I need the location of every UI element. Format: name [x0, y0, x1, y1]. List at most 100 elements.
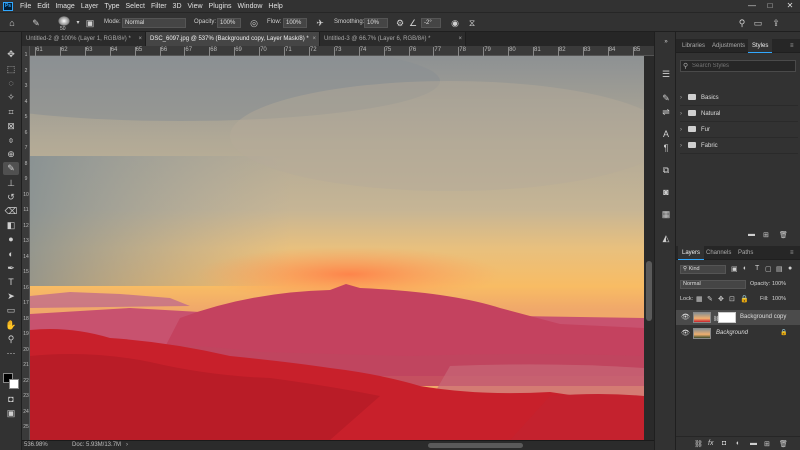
- adjust-icon[interactable]: ⇌: [659, 106, 673, 118]
- lasso-tool-icon[interactable]: ◌: [3, 77, 19, 90]
- layer-mask-thumbnail[interactable]: [718, 312, 736, 323]
- menu-image[interactable]: Image: [52, 3, 77, 10]
- symmetry-icon[interactable]: ⧖: [466, 17, 478, 29]
- fx-icon[interactable]: fx: [708, 440, 713, 447]
- filter-toggle-icon[interactable]: ●: [788, 265, 792, 272]
- gradient-tool-icon[interactable]: ◧: [3, 219, 19, 232]
- tab-dsc-6097[interactable]: DSC_6097.jpg @ 537% (Background copy, La…: [146, 32, 320, 46]
- flow-field[interactable]: 100%: [283, 18, 307, 28]
- link-layers-icon[interactable]: ⛓: [694, 440, 703, 448]
- status-arrow-icon[interactable]: ›: [126, 441, 128, 450]
- frame-tool-icon[interactable]: ⊠: [3, 120, 19, 133]
- shape-filter-icon[interactable]: ▢: [765, 265, 772, 273]
- lock-artboard-icon[interactable]: ⊡: [729, 295, 735, 303]
- angle-field[interactable]: -2°: [421, 18, 441, 28]
- tab-channels[interactable]: Channels: [702, 246, 735, 260]
- close-icon[interactable]: ×: [458, 32, 462, 46]
- menu-layer[interactable]: Layer: [78, 3, 102, 10]
- menu-select[interactable]: Select: [123, 3, 148, 10]
- home-icon[interactable]: ⌂: [6, 17, 18, 29]
- styles-search-box[interactable]: ⚲: [680, 60, 796, 72]
- healing-brush-tool-icon[interactable]: ⊕: [3, 148, 19, 161]
- new-group-icon[interactable]: ▬: [750, 440, 757, 447]
- pressure-opacity-icon[interactable]: ◎: [248, 17, 260, 29]
- lock-pixels-icon[interactable]: ✎: [707, 295, 713, 303]
- paragraph-icon[interactable]: ¶: [659, 142, 673, 154]
- marquee-tool-icon[interactable]: ⬚: [3, 63, 19, 76]
- menu-plugins[interactable]: Plugins: [206, 3, 235, 10]
- layer-opacity-value[interactable]: 100%: [772, 281, 786, 287]
- fill-value[interactable]: 100%: [772, 296, 786, 302]
- blend-mode-dropdown[interactable]: Normal: [680, 280, 746, 289]
- blur-tool-icon[interactable]: ●: [3, 233, 19, 246]
- close-window-button[interactable]: ✕: [782, 0, 798, 12]
- mode-dropdown[interactable]: Normal: [122, 18, 186, 28]
- tab-libraries[interactable]: Libraries: [678, 39, 709, 53]
- workspace-icon[interactable]: ▭: [752, 17, 764, 29]
- zoom-level[interactable]: 536.98%: [24, 441, 48, 450]
- trash-icon[interactable]: 🗑: [779, 231, 788, 239]
- airbrush-icon[interactable]: ✈: [314, 17, 326, 29]
- clone-stamp-tool-icon[interactable]: ⊥: [3, 177, 19, 190]
- chevron-down-icon[interactable]: ▾: [72, 17, 84, 29]
- adjustment-filter-icon[interactable]: ◐: [743, 265, 747, 272]
- vertical-scrollbar[interactable]: [644, 56, 654, 440]
- eraser-tool-icon[interactable]: ⌫: [3, 205, 19, 218]
- style-group-fabric[interactable]: › Fabric: [680, 139, 798, 154]
- tab-layers[interactable]: Layers: [678, 246, 705, 260]
- color-icon[interactable]: ◙: [659, 186, 673, 198]
- tab-styles[interactable]: Styles: [748, 39, 773, 53]
- style-group-basics[interactable]: › Basics: [680, 91, 798, 106]
- character-icon[interactable]: A: [659, 128, 673, 140]
- menu-view[interactable]: View: [185, 3, 206, 10]
- layer-filter-dropdown[interactable]: ⚲ Kind: [680, 265, 726, 274]
- layer-row-background-copy[interactable]: 👁 ⛓ Background copy: [676, 310, 800, 325]
- rectangle-tool-icon[interactable]: ▭: [3, 304, 19, 317]
- brush-settings-icon[interactable]: ▣: [84, 17, 96, 29]
- scroll-thumb[interactable]: [646, 261, 652, 321]
- menu-3d[interactable]: 3D: [170, 3, 185, 10]
- history-icon[interactable]: ⧉: [659, 164, 673, 176]
- new-group-icon[interactable]: ▬: [748, 231, 755, 238]
- maximize-button[interactable]: □: [762, 0, 778, 12]
- smoothing-field[interactable]: 10%: [364, 18, 388, 28]
- swatches-icon[interactable]: ▦: [659, 208, 673, 220]
- brush-tool-icon[interactable]: ✎: [3, 162, 19, 175]
- menu-help[interactable]: Help: [265, 3, 285, 10]
- lock-transparent-icon[interactable]: ▦: [696, 295, 703, 303]
- patterns-icon[interactable]: ◭: [659, 232, 673, 244]
- styles-search-input[interactable]: [692, 62, 792, 70]
- tab-adjustments[interactable]: Adjustments: [708, 39, 749, 53]
- pressure-size-icon[interactable]: ◉: [449, 17, 461, 29]
- visibility-eye-icon[interactable]: 👁: [681, 326, 690, 341]
- hand-tool-icon[interactable]: ✋: [3, 319, 19, 332]
- type-tool-icon[interactable]: T: [3, 276, 19, 289]
- adjustment-layer-icon[interactable]: ◐: [736, 440, 740, 447]
- opacity-field[interactable]: 100%: [217, 18, 241, 28]
- new-style-icon[interactable]: ⊞: [763, 231, 769, 239]
- collapse-icon[interactable]: »: [659, 36, 673, 48]
- pixel-filter-icon[interactable]: ▣: [731, 265, 738, 273]
- properties-icon[interactable]: ☰: [659, 68, 673, 80]
- screen-mode-icon[interactable]: ▣: [3, 407, 19, 420]
- close-icon[interactable]: ×: [312, 32, 316, 46]
- tab-untitled-3[interactable]: Untitled-3 @ 66.7% (Layer 6, RGB/8#) * ×: [320, 32, 466, 46]
- horizontal-scroll-thumb[interactable]: [428, 443, 523, 448]
- quick-mask-icon[interactable]: ◘: [3, 393, 19, 406]
- smart-filter-icon[interactable]: ▤: [776, 265, 783, 273]
- crop-tool-icon[interactable]: ⌗: [3, 106, 19, 119]
- path-select-tool-icon[interactable]: ➤: [3, 290, 19, 303]
- gear-icon[interactable]: ⚙: [394, 17, 406, 29]
- style-group-natural[interactable]: › Natural: [680, 107, 798, 122]
- brush-settings-icon[interactable]: ✎: [659, 92, 673, 104]
- dodge-tool-icon[interactable]: ◐: [3, 248, 19, 261]
- tab-paths[interactable]: Paths: [734, 246, 757, 260]
- pen-tool-icon[interactable]: ✒: [3, 262, 19, 275]
- document-canvas[interactable]: [30, 56, 644, 440]
- search-icon[interactable]: ⚲: [736, 17, 748, 29]
- add-mask-icon[interactable]: ◘: [722, 440, 726, 447]
- lock-position-icon[interactable]: ✥: [718, 295, 724, 303]
- minimize-button[interactable]: —: [744, 0, 760, 12]
- menu-type[interactable]: Type: [101, 3, 122, 10]
- menu-edit[interactable]: Edit: [34, 3, 52, 10]
